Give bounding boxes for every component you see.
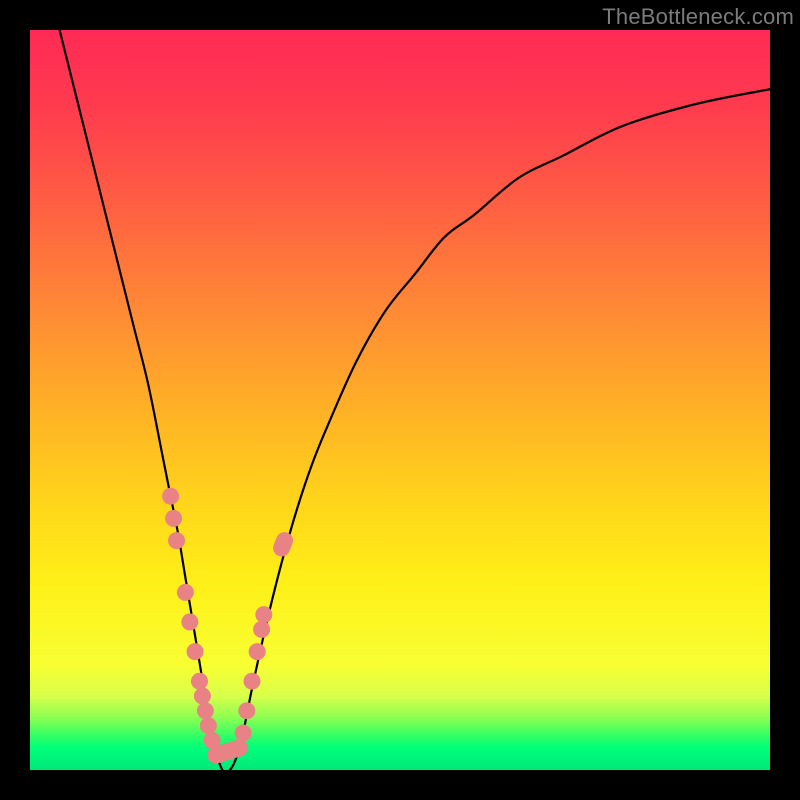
marker-dot	[244, 673, 261, 690]
marker-dot	[200, 717, 217, 734]
marker-dot	[165, 510, 182, 527]
marker-dot	[249, 643, 266, 660]
marker-dot	[197, 702, 214, 719]
marker-dot	[191, 673, 208, 690]
marker-dot	[162, 488, 179, 505]
marker-layer	[162, 488, 296, 766]
marker-dot	[253, 621, 270, 638]
marker-dot	[235, 725, 252, 742]
marker-dot	[177, 584, 194, 601]
marker-dot	[187, 643, 204, 660]
watermark-text: TheBottleneck.com	[602, 4, 794, 30]
marker-dot	[181, 614, 198, 631]
marker-dot	[168, 532, 185, 549]
bottleneck-curve	[60, 30, 770, 770]
marker-dot	[255, 606, 272, 623]
marker-capsule	[271, 530, 296, 559]
marker-dot	[238, 702, 255, 719]
chart-frame: TheBottleneck.com	[0, 0, 800, 800]
plot-area	[30, 30, 770, 770]
marker-dot	[194, 688, 211, 705]
chart-svg	[30, 30, 770, 770]
